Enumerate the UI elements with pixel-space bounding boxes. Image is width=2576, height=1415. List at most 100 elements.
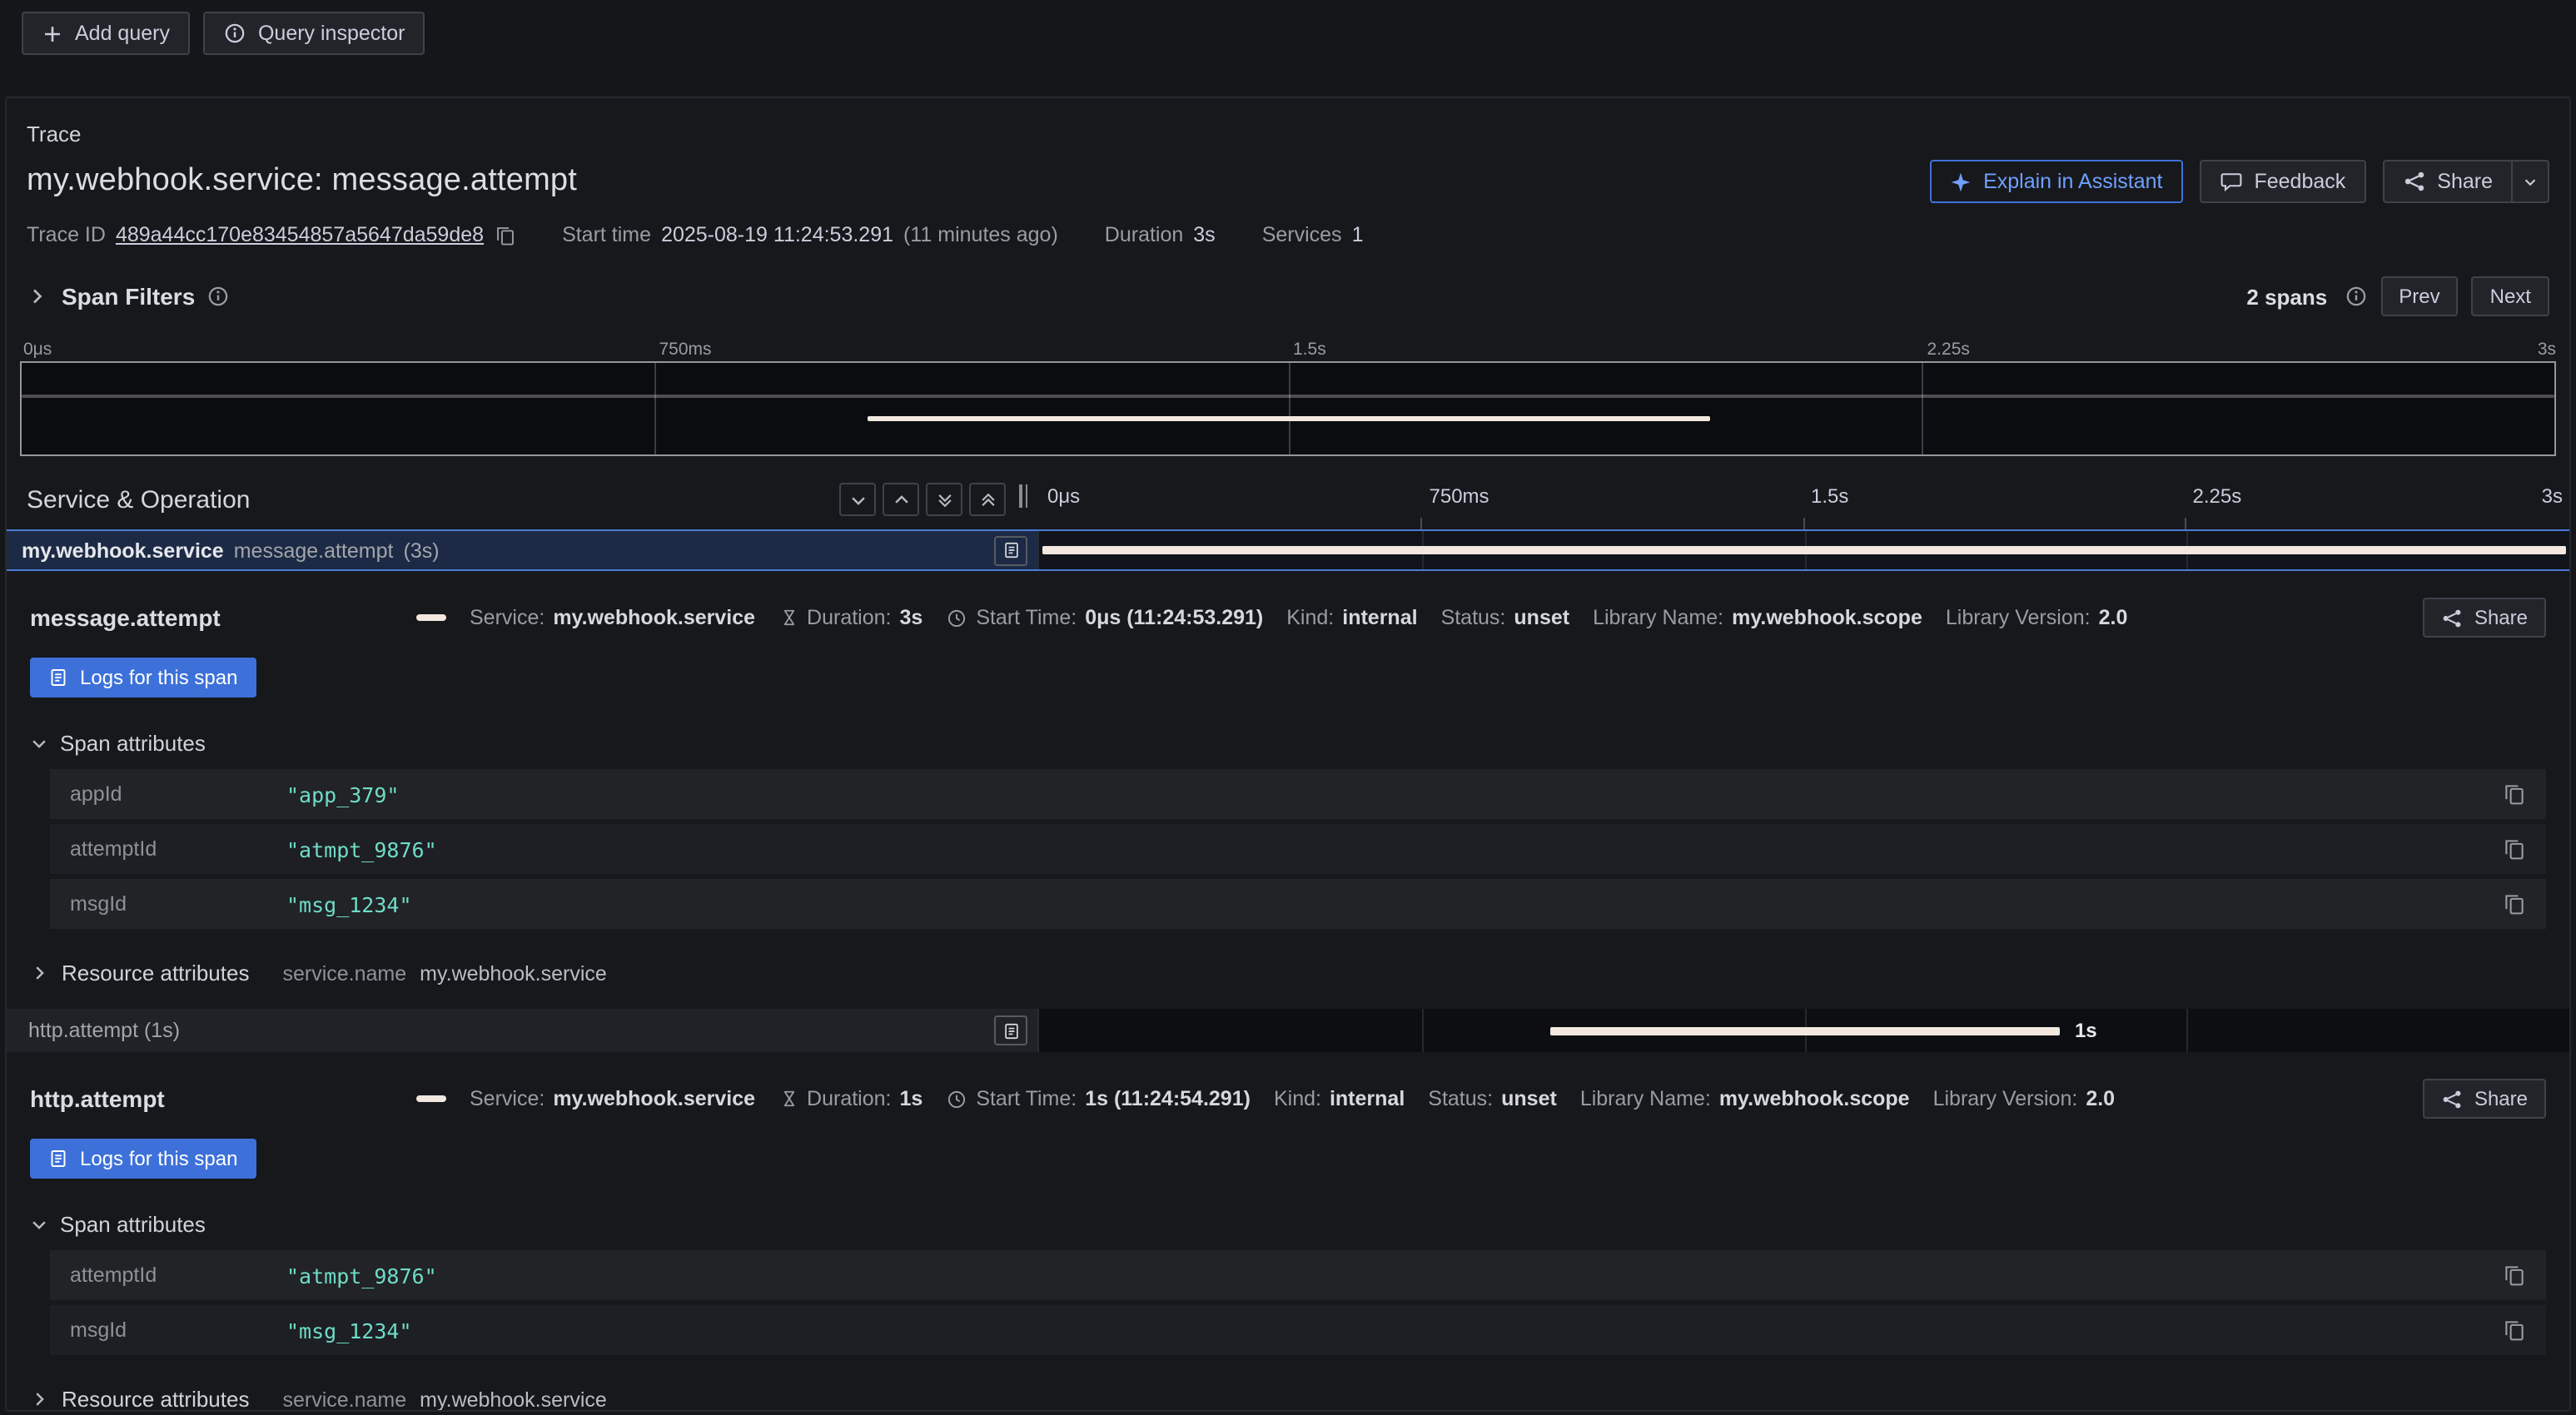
copy-attribute-button[interactable] — [2503, 837, 2526, 861]
duration-value: 3s — [1193, 223, 1215, 246]
span-row-name-cell[interactable]: my.webhook.service message.attempt (3s) — [7, 531, 1039, 569]
span-attributes-toggle[interactable]: Span attributes — [7, 1179, 2569, 1237]
info-circle-icon[interactable] — [206, 285, 230, 308]
status-kv: Status: unset — [1428, 1087, 1557, 1110]
kind-label: Kind: — [1286, 606, 1334, 629]
library-name-value: my.webhook.scope — [1732, 606, 1922, 629]
expand-one-button[interactable] — [883, 483, 919, 516]
share-split-button: Share — [2382, 160, 2549, 203]
copy-icon — [2503, 1264, 2526, 1287]
span-detail-header: message.attempt Service: my.webhook.serv… — [7, 571, 2569, 638]
library-name-label: Library Name: — [1580, 1087, 1711, 1110]
span-service-name: my.webhook.service — [22, 539, 224, 562]
library-version-kv: Library Version: 2.0 — [1933, 1087, 2116, 1110]
share-button[interactable]: Share — [2382, 160, 2513, 203]
ruler-tick: 2.25s — [2193, 484, 2242, 508]
resource-attributes-toggle[interactable]: Resource attributes service.name my.webh… — [7, 934, 2569, 986]
collapse-one-button[interactable] — [839, 483, 876, 516]
minimap-tick: 3s — [2538, 340, 2556, 360]
span-logs-icon-button[interactable] — [994, 535, 1027, 565]
double-chevron-down-icon — [935, 490, 953, 509]
logs-for-span-button[interactable]: Logs for this span — [30, 1139, 256, 1179]
span-detail-message-attempt: message.attempt Service: my.webhook.serv… — [7, 571, 2569, 1009]
collapse-all-button[interactable] — [926, 483, 962, 516]
ruler-tick: 750ms — [1430, 484, 1489, 508]
start-time-value: 1s (11:24:54.291) — [1085, 1087, 1251, 1110]
minimap-divider — [655, 363, 657, 454]
copy-attribute-button[interactable] — [2503, 782, 2526, 806]
resource-attributes-toggle[interactable]: Resource attributes service.name my.webh… — [7, 1360, 2569, 1412]
copy-icon — [2503, 782, 2526, 806]
copy-attribute-button[interactable] — [2503, 892, 2526, 916]
column-resize-handle[interactable] — [1019, 484, 1027, 508]
duration-group: Duration 3s — [1105, 223, 1216, 246]
span-attributes-toggle[interactable]: Span attributes — [7, 698, 2569, 756]
ruler-tick-mark — [1803, 518, 1804, 529]
span-row-timeline[interactable]: 1s — [1039, 1009, 2569, 1052]
copy-attribute-button[interactable] — [2503, 1318, 2526, 1342]
attribute-key: msgId — [70, 1318, 286, 1342]
duration-value: 3s — [900, 606, 923, 629]
span-detail-header: http.attempt Service: my.webhook.service… — [7, 1052, 2569, 1119]
attribute-row: attemptId "atmpt_9876" — [50, 1250, 2546, 1300]
span-attributes-table: attemptId "atmpt_9876" msgId "msg_1234" — [50, 1250, 2546, 1355]
minimap-canvas[interactable] — [20, 361, 2556, 456]
minimap-tick: 750ms — [659, 340, 712, 360]
span-attributes-table: appId "app_379" attemptId "atmpt_9876" m… — [50, 769, 2546, 929]
library-name-value: my.webhook.scope — [1719, 1087, 1910, 1110]
prev-label: Prev — [2399, 285, 2439, 308]
attribute-row: attemptId "atmpt_9876" — [50, 824, 2546, 874]
service-label: Service: — [470, 606, 545, 629]
span-operation-name: message.attempt — [234, 539, 394, 562]
span-detail-title: http.attempt — [30, 1085, 393, 1112]
timeline-collapse-controls — [839, 483, 1006, 516]
next-label: Next — [2490, 285, 2531, 308]
prev-span-button[interactable]: Prev — [2380, 276, 2458, 316]
explain-in-assistant-button[interactable]: Explain in Assistant — [1930, 160, 2182, 203]
copy-trace-id-button[interactable] — [494, 224, 515, 246]
minimap-divider — [1922, 363, 1923, 454]
query-toolbar: Add query Query inspector — [0, 0, 2576, 67]
span-attributes-label: Span attributes — [60, 731, 206, 756]
minimap-divider — [1288, 363, 1290, 454]
chevron-right-icon — [30, 1390, 48, 1408]
span-row-timeline[interactable] — [1039, 531, 2569, 569]
trace-panel: Trace my.webhook.service: message.attemp… — [5, 97, 2571, 1412]
span-bar-message-attempt[interactable] — [1042, 546, 2566, 554]
attribute-value: "app_379" — [286, 782, 399, 807]
trace-id-value[interactable]: 489a44cc170e83454857a5647da59de8 — [116, 223, 484, 246]
logs-for-span-button[interactable]: Logs for this span — [30, 658, 256, 698]
expand-all-button[interactable] — [969, 483, 1006, 516]
logs-for-span-label: Logs for this span — [80, 1147, 237, 1170]
query-inspector-button[interactable]: Query inspector — [203, 12, 425, 55]
span-share-button[interactable]: Share — [2423, 1079, 2546, 1119]
add-query-button[interactable]: Add query — [22, 12, 190, 55]
attribute-value: "msg_1234" — [286, 1318, 412, 1343]
ruler-tick: 0μs — [1047, 484, 1080, 508]
span-row-http-attempt[interactable]: http.attempt (1s) 1s — [7, 1009, 2569, 1052]
span-logs-icon-button[interactable] — [994, 1015, 1027, 1045]
services-group: Services 1 — [1262, 223, 1364, 246]
copy-attribute-button[interactable] — [2503, 1264, 2526, 1287]
span-bar-http-attempt[interactable] — [1550, 1026, 2060, 1035]
span-attributes-label: Span attributes — [60, 1212, 206, 1237]
span-filters-label[interactable]: Span Filters — [62, 283, 195, 310]
span-row-name-cell[interactable]: http.attempt (1s) — [7, 1009, 1039, 1052]
chevron-right-icon[interactable] — [27, 286, 47, 306]
service-label: Service: — [470, 1087, 545, 1110]
start-time-group: Start time 2025-08-19 11:24:53.291 (11 m… — [562, 223, 1058, 246]
clock-icon — [946, 1088, 967, 1110]
service-kv: Service: my.webhook.service — [470, 606, 755, 629]
next-span-button[interactable]: Next — [2472, 276, 2549, 316]
info-circle-icon[interactable] — [2344, 285, 2367, 308]
share-dropdown-button[interactable] — [2511, 160, 2549, 203]
timeline-header: Service & Operation 0μs 750ms 1. — [7, 469, 2569, 529]
service-value: my.webhook.service — [553, 606, 755, 629]
kind-kv: Kind: internal — [1286, 606, 1417, 629]
feedback-button[interactable]: Feedback — [2199, 160, 2365, 203]
span-row-message-attempt[interactable]: my.webhook.service message.attempt (3s) — [7, 529, 2569, 571]
share-icon — [2441, 1088, 2463, 1110]
span-share-button[interactable]: Share — [2423, 598, 2546, 638]
share-icon — [2402, 170, 2425, 193]
start-time-label: Start Time: — [976, 606, 1077, 629]
